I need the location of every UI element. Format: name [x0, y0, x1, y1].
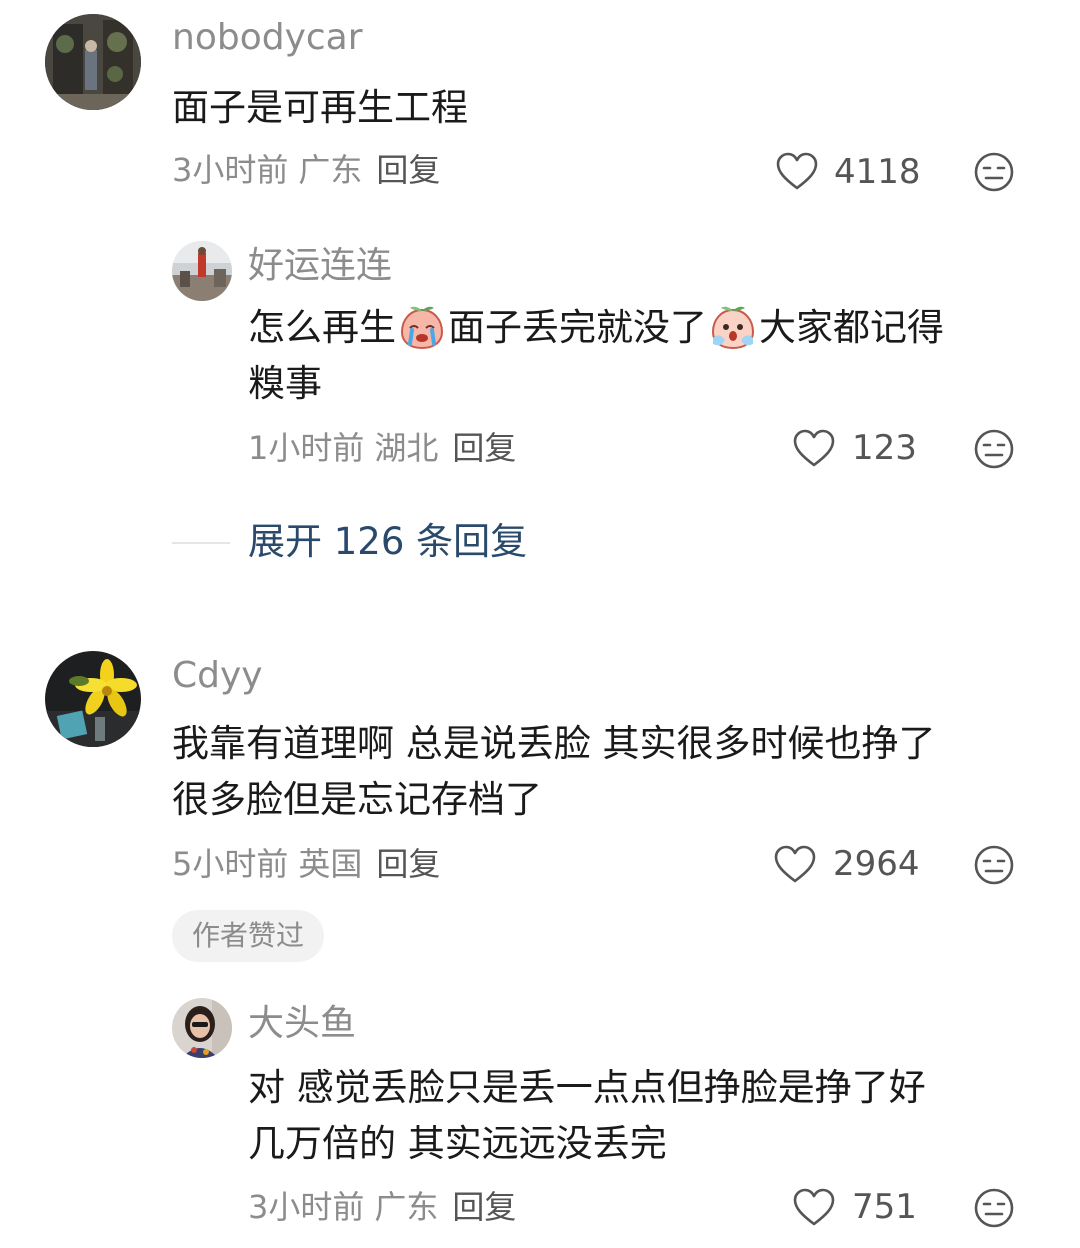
- reply-time: 3小时前: [248, 1188, 365, 1226]
- reply-username[interactable]: 好运连连: [248, 244, 392, 288]
- author-liked-badge: 作者赞过: [172, 910, 325, 962]
- reply-text-part: 大家都记得: [759, 306, 944, 349]
- reply-text-line: 对 感觉丢脸只是丢一点点但挣脸是挣了好: [248, 1066, 926, 1109]
- comment-meta: 5小时前 英国 回复: [172, 844, 440, 884]
- comment-time: 5小时前: [172, 845, 289, 883]
- reply-button[interactable]: 回复: [452, 429, 516, 467]
- comment-username[interactable]: Cdyy: [172, 654, 263, 698]
- reply-button[interactable]: 回复: [452, 1188, 516, 1226]
- reply-region: 广东: [374, 1188, 439, 1226]
- comment-time: 3小时前: [172, 151, 289, 189]
- like-count: 4118: [834, 152, 921, 192]
- reply-button[interactable]: 回复: [376, 151, 440, 189]
- like-count: 2964: [833, 844, 920, 884]
- comment-region: 广东: [298, 151, 363, 189]
- heart-outline-icon[interactable]: [792, 1188, 836, 1228]
- meh-face-icon[interactable]: [973, 844, 1015, 886]
- crying-peach-emoji: [400, 306, 444, 350]
- avatar[interactable]: [45, 14, 141, 110]
- reply-meta: 1小时前 湖北 回复: [248, 428, 516, 468]
- meh-face-icon[interactable]: [973, 428, 1015, 470]
- reply-text: 怎么再生 面子丢完就没了 大家都记得糗事: [248, 300, 1048, 412]
- reply-username[interactable]: 大头鱼: [248, 1002, 356, 1046]
- reply-button[interactable]: 回复: [376, 845, 440, 883]
- comment-text-line: 很多脸但是忘记存档了: [172, 778, 542, 821]
- avatar[interactable]: [172, 241, 232, 301]
- comment-text: 面子是可再生工程: [172, 86, 468, 129]
- reply-text-part: 糗事: [248, 362, 322, 405]
- reply-text-part: 面子丢完就没了: [448, 306, 707, 349]
- heart-outline-icon[interactable]: [792, 429, 836, 469]
- like-count: 751: [852, 1187, 917, 1227]
- comment-meta: 3小时前 广东 回复: [172, 150, 440, 190]
- meh-face-icon[interactable]: [973, 1187, 1015, 1229]
- scared-peach-emoji: [711, 306, 755, 350]
- reply-meta: 3小时前 广东 回复: [248, 1187, 516, 1227]
- reply-time: 1小时前: [248, 429, 365, 467]
- comment-region: 英国: [298, 845, 363, 883]
- reply-region: 湖北: [374, 429, 439, 467]
- avatar[interactable]: [172, 998, 232, 1058]
- comment-text-line: 我靠有道理啊 总是说丢脸 其实很多时候也挣了: [172, 722, 936, 765]
- reply-text-line: 几万倍的 其实远远没丢完: [248, 1122, 667, 1165]
- divider: [172, 542, 230, 544]
- heart-outline-icon[interactable]: [773, 845, 817, 885]
- expand-replies-button[interactable]: 展开 126 条回复: [248, 520, 527, 564]
- avatar[interactable]: [45, 651, 141, 747]
- comment-username[interactable]: nobodycar: [172, 16, 363, 60]
- reply-text-part: 怎么再生: [248, 306, 396, 349]
- like-count: 123: [852, 428, 917, 468]
- meh-face-icon[interactable]: [973, 151, 1015, 193]
- heart-outline-icon[interactable]: [775, 152, 819, 192]
- reply-text: 对 感觉丢脸只是丢一点点但挣脸是挣了好 几万倍的 其实远远没丢完: [248, 1060, 1048, 1172]
- comment-text: 我靠有道理啊 总是说丢脸 其实很多时候也挣了 很多脸但是忘记存档了: [172, 716, 1052, 828]
